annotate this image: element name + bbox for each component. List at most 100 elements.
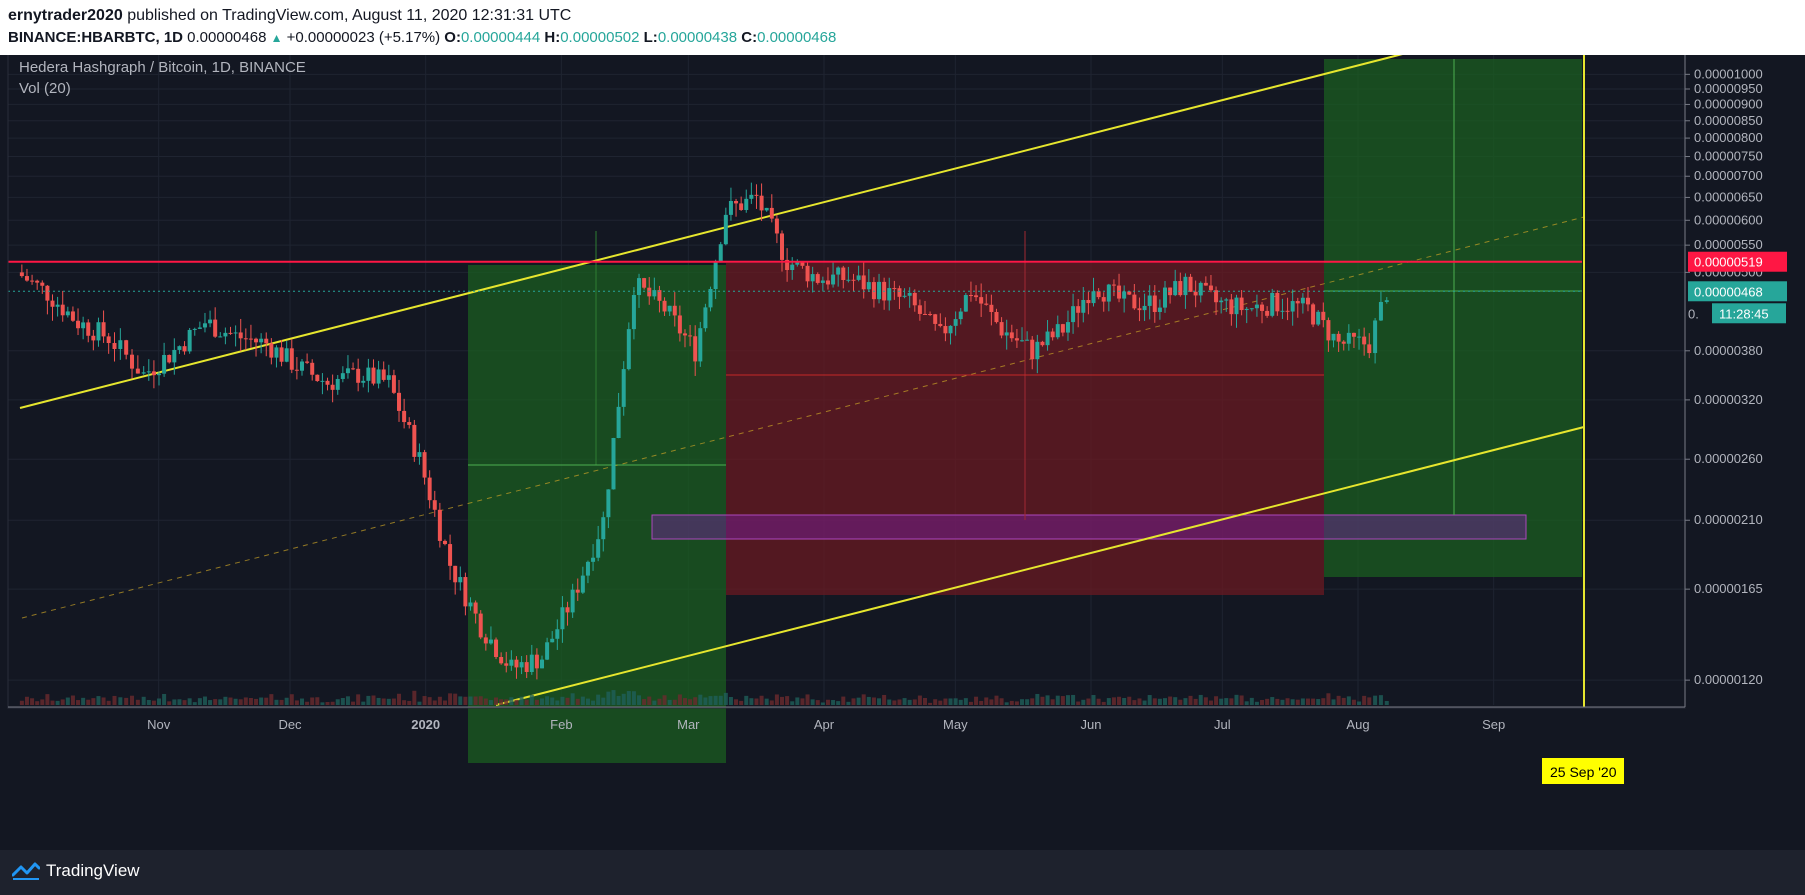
candle-body: [1127, 291, 1132, 295]
time-tick-label: Aug: [1346, 717, 1369, 732]
high-value: 0.00000502: [560, 29, 640, 46]
volume-bar: [504, 699, 509, 705]
symbol-label[interactable]: BINANCE:HBARBTC, 1D: [8, 29, 183, 46]
volume-bar: [831, 700, 836, 705]
candle-body: [1157, 307, 1162, 312]
candle-body: [218, 336, 223, 338]
volume-bar: [1300, 698, 1305, 705]
volume-bar: [820, 702, 825, 705]
volume-bar: [718, 695, 723, 705]
volume-bar: [453, 693, 458, 705]
price-tick-label: 0.00000950: [1694, 81, 1763, 96]
volume-bar: [1142, 700, 1147, 705]
close-value: 0.00000468: [757, 29, 837, 46]
volume-bar: [994, 695, 999, 705]
volume-bar: [1316, 699, 1321, 705]
volume-bar: [754, 698, 759, 705]
volume-bar: [1183, 698, 1188, 705]
volume-bar: [1132, 700, 1137, 705]
volume-bar: [514, 699, 519, 705]
volume-bar: [815, 700, 820, 705]
volume-bar: [1357, 701, 1362, 705]
author-name[interactable]: ernytrader2020: [8, 7, 123, 24]
volume-bar: [376, 697, 381, 705]
volume-bar: [1106, 698, 1111, 705]
volume-bar: [790, 701, 795, 705]
candle-body: [182, 346, 187, 352]
candle-body: [299, 361, 304, 371]
candle-body: [790, 264, 795, 271]
candle-body: [1137, 308, 1142, 311]
volume-bar: [611, 690, 616, 705]
candle-body: [320, 380, 325, 382]
open-value: 0.00000444: [460, 29, 541, 46]
price-tick-label: 0.00000850: [1694, 113, 1763, 128]
volume-bar: [958, 699, 963, 705]
tradingview-logo[interactable]: TradingView: [12, 861, 140, 881]
volume-bar: [1035, 693, 1040, 705]
candle-body: [647, 287, 652, 297]
candle-body: [407, 422, 412, 425]
volume-bar: [591, 700, 596, 705]
candle-body: [1147, 295, 1152, 306]
candle-body: [81, 322, 86, 329]
candle-body: [1101, 297, 1106, 302]
candle-body: [366, 367, 371, 381]
volume-bar: [606, 691, 611, 705]
volume-bar: [187, 698, 192, 705]
volume-bar: [693, 697, 698, 705]
volume-bar: [494, 697, 499, 705]
price-tick-label: 0.00001000: [1694, 66, 1763, 81]
volume-bar: [1014, 701, 1019, 705]
volume-indicator-label[interactable]: Vol (20): [19, 80, 71, 97]
long-position-zone-2: [1324, 59, 1582, 577]
volume-bar: [703, 697, 708, 705]
volume-bar: [892, 700, 897, 705]
candle-body: [386, 375, 391, 380]
time-tick-label: Jul: [1214, 717, 1231, 732]
candle-body: [963, 295, 968, 312]
volume-bar: [912, 699, 917, 705]
volume-bar: [1055, 695, 1060, 705]
chart-title[interactable]: Hedera Hashgraph / Bitcoin, 1D, BINANCE: [19, 59, 306, 76]
candle-body: [1025, 339, 1030, 341]
candle-body: [774, 218, 779, 234]
candle-body: [509, 659, 514, 666]
candle-body: [60, 304, 65, 316]
candle-body: [177, 346, 182, 350]
candle-body: [478, 613, 483, 638]
candle-body: [698, 328, 703, 362]
volume-bar: [1244, 701, 1249, 705]
candle-body: [146, 371, 151, 373]
resistance-price-marker: 0.00000519: [1688, 251, 1787, 272]
volume-bar: [1214, 696, 1219, 705]
volume-bar: [861, 694, 866, 705]
volume-bar: [124, 697, 129, 705]
candle-body: [994, 311, 999, 323]
candle-body: [1035, 341, 1040, 360]
volume-bar: [40, 699, 45, 705]
volume-bar: [698, 694, 703, 705]
volume-bar: [1265, 698, 1270, 705]
candle-body: [356, 368, 361, 383]
price-chart[interactable]: Hedera Hashgraph / Bitcoin, 1D, BINANCE …: [0, 55, 1805, 850]
candle-body: [437, 509, 442, 541]
candle-body: [968, 295, 973, 297]
candle-body: [953, 319, 958, 326]
volume-bar: [866, 696, 871, 705]
volume-bar: [642, 699, 647, 705]
footer: TradingView: [0, 850, 1805, 895]
candle-body: [422, 452, 427, 478]
candle-body: [1384, 300, 1389, 302]
price-tick-label: 0.00000800: [1694, 130, 1763, 145]
volume-bar: [734, 699, 739, 705]
volume-bar: [846, 701, 851, 705]
volume-bar: [1076, 701, 1081, 705]
candle-body: [417, 452, 422, 457]
candle-body: [1065, 322, 1070, 333]
long-position-zone-1: [468, 265, 726, 763]
volume-bar: [800, 698, 805, 705]
candle-body: [473, 602, 478, 614]
volume-bar: [1137, 698, 1142, 705]
last-price: 0.00000468: [187, 29, 267, 46]
